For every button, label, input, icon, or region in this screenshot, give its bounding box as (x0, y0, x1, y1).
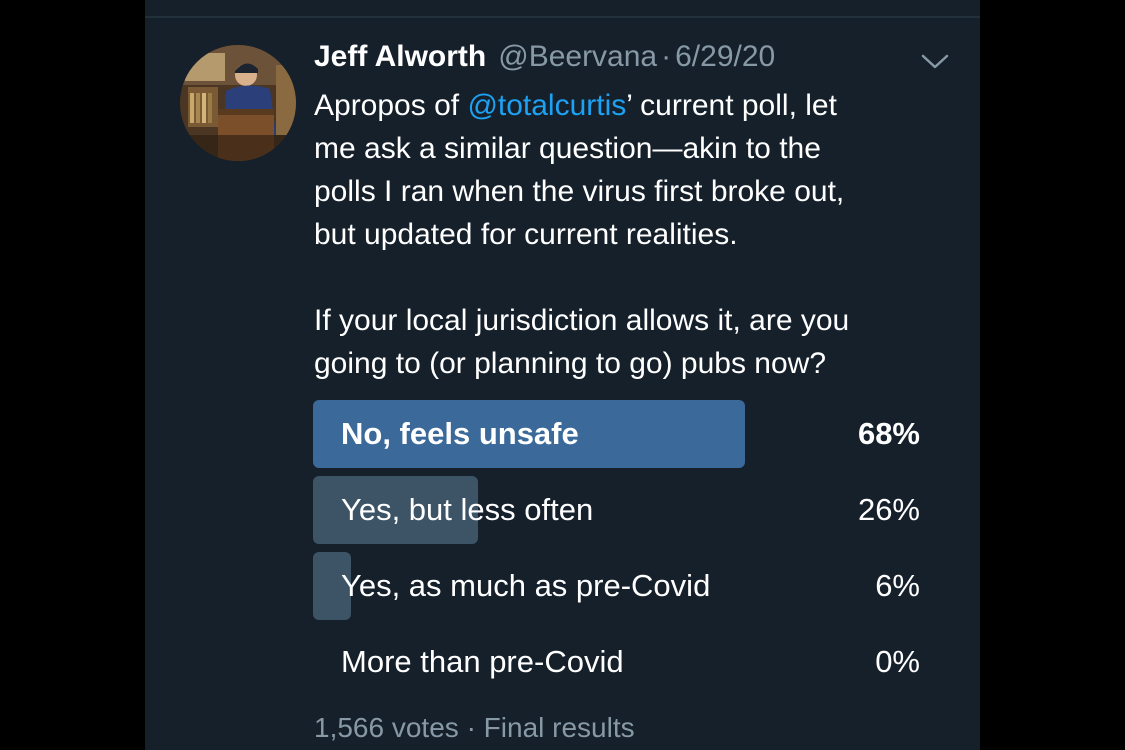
tweet-panel: Jeff Alworth @Beervana · 6/29/20 Apropos… (145, 0, 980, 750)
tweet-text-segment: ’ current poll, let (626, 89, 837, 122)
poll-meta: 1,566 votes · Final results (314, 712, 635, 744)
poll-option-percent: 68% (857, 416, 920, 451)
chevron-down-icon[interactable] (920, 50, 950, 72)
meta-separator: · (466, 712, 476, 743)
tweet-text-segment: Apropos of (314, 89, 468, 122)
tweet-text-line: but updated for current realities. (314, 218, 738, 251)
tweet-text-line: me ask a similar question—akin to the (314, 132, 821, 165)
poll-option-label: Yes, but less often (341, 492, 594, 527)
mention-link[interactable]: @totalcurtis (467, 89, 626, 122)
poll-option-percent: 26% (857, 492, 920, 527)
poll: No, feels unsafe 68% Yes, but less often… (313, 400, 923, 704)
poll-option: No, feels unsafe 68% (313, 400, 923, 468)
avatar[interactable] (180, 45, 296, 161)
poll-option-percent: 0% (875, 644, 920, 679)
divider (145, 16, 980, 18)
vote-count: 1,566 votes (314, 712, 459, 743)
poll-option-label: Yes, as much as pre-Covid (341, 568, 711, 603)
tweet-text: Apropos of @totalcurtis’ current poll, l… (314, 84, 954, 385)
poll-option-label: More than pre-Covid (341, 644, 624, 679)
tweet-text-line: Apropos of @totalcurtis’ current poll, l… (314, 84, 954, 127)
poll-option: More than pre-Covid 0% (313, 628, 923, 696)
header-separator: · (661, 40, 672, 73)
poll-status: Final results (483, 712, 635, 743)
poll-option: Yes, as much as pre-Covid 6% (313, 552, 923, 620)
poll-option-label: No, feels unsafe (341, 416, 579, 451)
tweet-date[interactable]: 6/29/20 (675, 40, 775, 74)
display-name[interactable]: Jeff Alworth (314, 40, 486, 74)
poll-option: Yes, but less often 26% (313, 476, 923, 544)
tweet-text-line: polls I ran when the virus first broke o… (314, 175, 845, 208)
tweet-text-line: If your local jurisdiction allows it, ar… (314, 304, 850, 337)
user-avatar-icon (180, 45, 296, 161)
user-handle[interactable]: @Beervana (498, 40, 657, 74)
tweet-header: Jeff Alworth @Beervana · 6/29/20 (314, 40, 775, 82)
tweet-text-line: going to (or planning to go) pubs now? (314, 347, 827, 380)
poll-option-percent: 6% (875, 568, 920, 603)
